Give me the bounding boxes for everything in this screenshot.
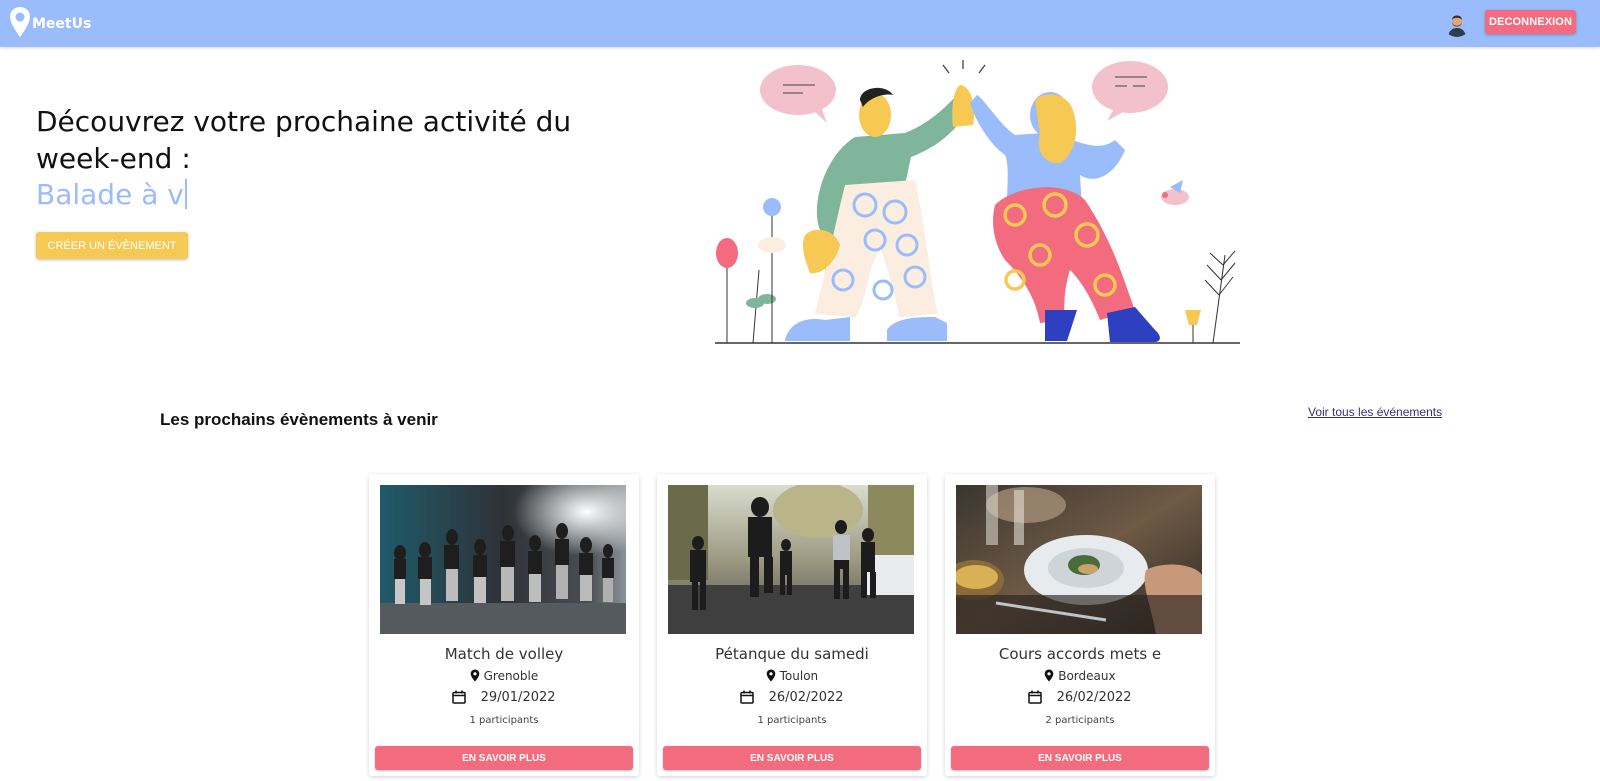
calendar-icon (452, 690, 467, 704)
see-all-events-link[interactable]: Voir tous les événements (1308, 405, 1442, 419)
event-city: Bordeaux (1058, 669, 1116, 683)
location-pin-icon (766, 669, 776, 682)
learn-more-button[interactable]: EN SAVOIR PLUS (663, 746, 921, 770)
logout-button[interactable]: DECONNEXION (1485, 10, 1576, 34)
brand-logo[interactable]: MeetUs (9, 6, 91, 38)
hero-title: Découvrez votre prochaine activité du we… (36, 105, 572, 175)
street-runners-photo (668, 485, 914, 634)
event-participants: 1 participants (469, 715, 539, 726)
event-title[interactable]: Match de volley (369, 645, 639, 663)
dance-stage-photo (380, 485, 626, 634)
calendar-icon (1028, 690, 1043, 704)
event-card[interactable]: Match de volley Grenoble 29/01/2022 1 pa… (369, 474, 639, 776)
location-pin-icon (470, 669, 480, 682)
upcoming-events-title: Les prochains évènements à venir (160, 410, 438, 429)
map-pin-icon (10, 7, 30, 37)
event-participants: 2 participants (1045, 715, 1115, 726)
hero-typed-activity: Balade à v (36, 176, 187, 213)
event-card[interactable]: Cours accords mets e Bordeaux 26/02/2022… (945, 474, 1215, 776)
learn-more-button[interactable]: EN SAVOIR PLUS (951, 746, 1209, 770)
event-image (380, 485, 626, 634)
event-location: Bordeaux (945, 669, 1215, 683)
event-location: Toulon (657, 669, 927, 683)
restaurant-dinner-photo (956, 485, 1202, 634)
event-date: 29/01/2022 (369, 690, 639, 705)
event-participants: 1 participants (757, 715, 827, 726)
event-date-value: 26/02/2022 (1056, 690, 1132, 705)
event-title[interactable]: Cours accords mets e (945, 645, 1215, 663)
brand-name: MeetUs (32, 16, 92, 32)
high-five-illustration (715, 60, 1240, 344)
learn-more-button[interactable]: EN SAVOIR PLUS (375, 746, 633, 770)
event-city: Grenoble (483, 669, 539, 683)
event-card[interactable]: Pétanque du samedi Toulon 26/02/2022 1 p… (657, 474, 927, 776)
event-location: Grenoble (369, 669, 639, 683)
avatar[interactable] (1443, 9, 1471, 37)
event-city: Toulon (779, 669, 819, 683)
typing-cursor (184, 179, 187, 209)
calendar-icon (740, 690, 755, 704)
event-image (668, 485, 914, 634)
navbar: MeetUs DECONNEXION (0, 0, 1600, 47)
user-avatar-icon (1443, 9, 1471, 37)
location-pin-icon (1045, 669, 1054, 682)
event-title[interactable]: Pétanque du samedi (657, 645, 927, 663)
typed-text: Balade à v (36, 178, 184, 211)
event-image (956, 485, 1202, 634)
create-event-button[interactable]: CRÉER UN ÉVÈNEMENT (36, 232, 188, 259)
event-date-value: 26/02/2022 (768, 690, 844, 705)
event-date: 26/02/2022 (945, 690, 1215, 705)
event-date-value: 29/01/2022 (480, 690, 556, 705)
event-date: 26/02/2022 (657, 690, 927, 705)
